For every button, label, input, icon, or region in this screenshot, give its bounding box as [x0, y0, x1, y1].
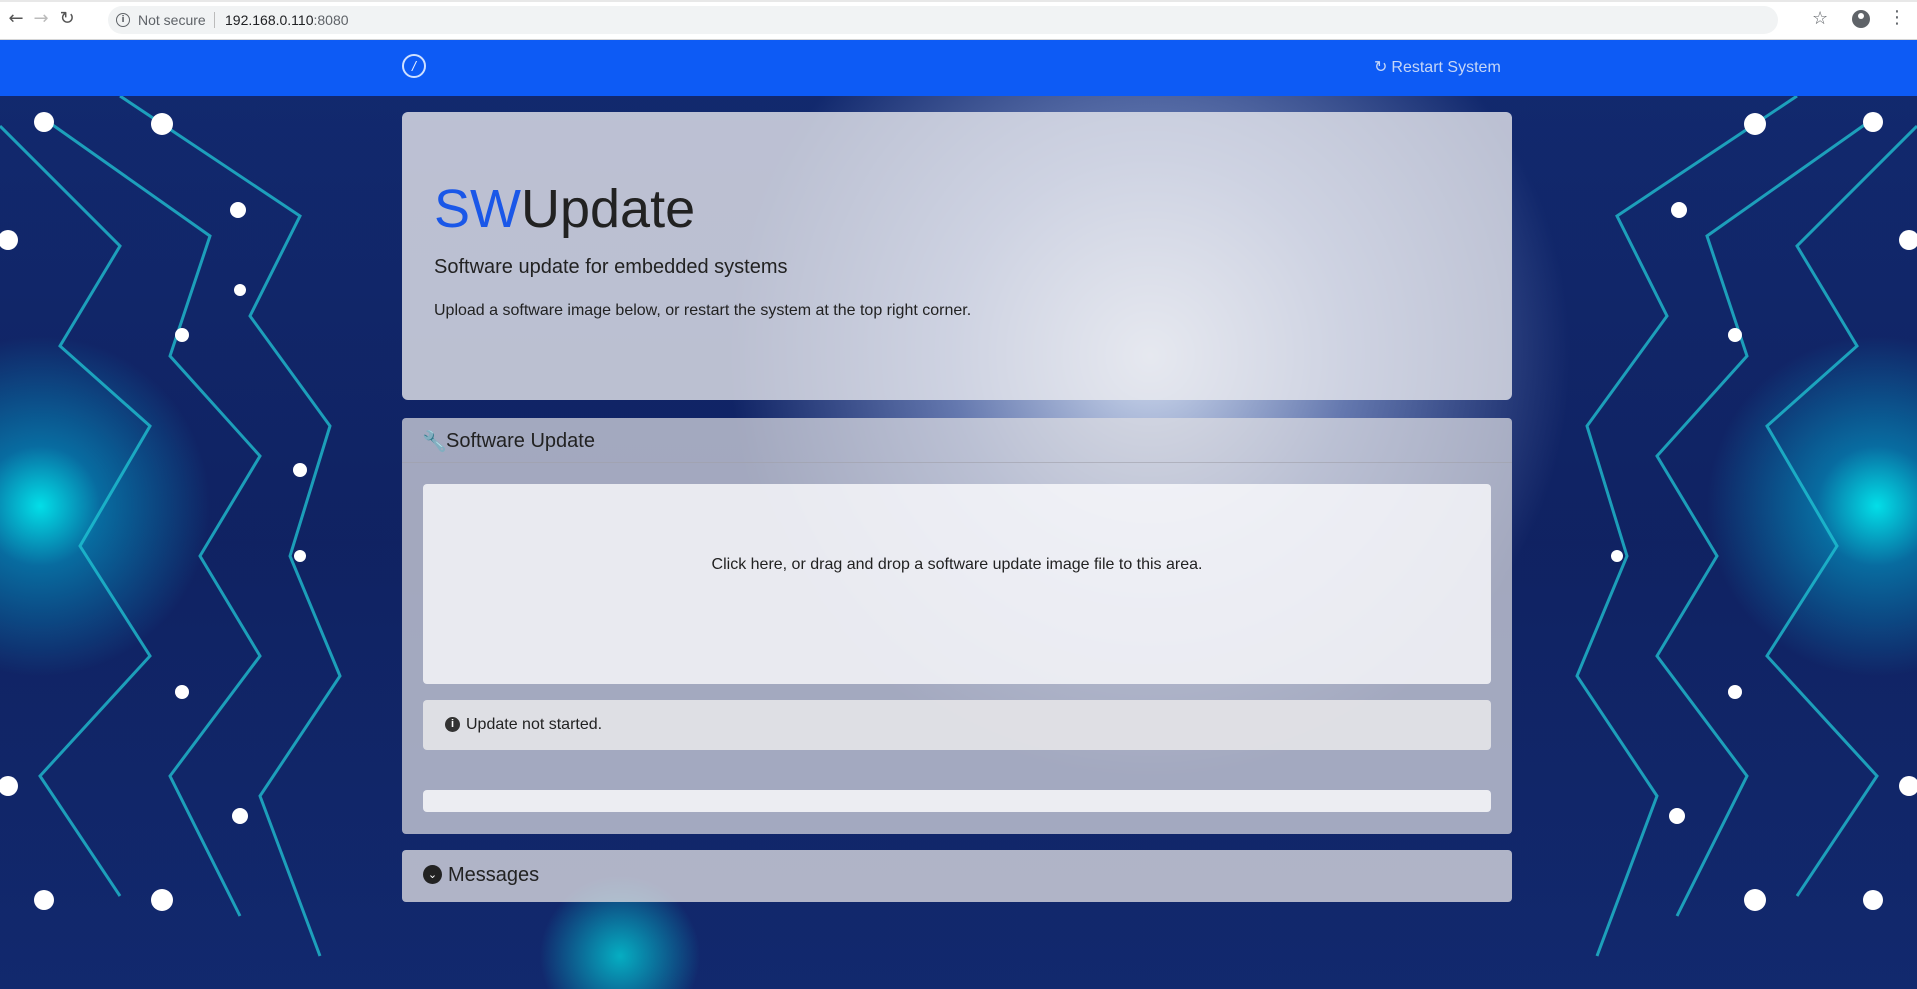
software-update-heading: 🔧 Software Update: [402, 418, 1512, 463]
app-navbar: / ↻ Restart System: [0, 40, 1917, 96]
chevron-down-circle-icon[interactable]: ⌄: [423, 865, 442, 884]
software-update-panel: 🔧 Software Update Click here, or drag an…: [402, 418, 1512, 834]
url-host: 192.168.0.110: [225, 12, 314, 28]
refresh-icon: ↻: [1374, 57, 1388, 76]
profile-avatar-icon[interactable]: [1852, 10, 1870, 28]
url-text[interactable]: 192.168.0.110:8080: [225, 12, 349, 28]
address-bar[interactable]: i Not secure 192.168.0.110:8080: [108, 6, 1778, 34]
brand-logo-icon[interactable]: /: [402, 54, 426, 78]
back-arrow-icon[interactable]: ←: [5, 8, 27, 30]
restart-label: Restart System: [1391, 59, 1501, 76]
title-prefix: SW: [434, 179, 521, 239]
tab-strip-edge: [0, 0, 1917, 2]
messages-title: Messages: [448, 864, 540, 886]
browser-chrome: ← → ↻ i Not secure 192.168.0.110:8080 ☆ …: [0, 0, 1917, 40]
page-lead-text: Upload a software image below, or restar…: [434, 302, 972, 319]
kebab-menu-icon[interactable]: ⋮: [1888, 7, 1906, 28]
restart-system-link[interactable]: ↻ Restart System: [1374, 57, 1501, 77]
bookmark-star-icon[interactable]: ☆: [1812, 8, 1828, 29]
messages-panel-header[interactable]: ⌄ Messages: [402, 850, 1512, 902]
wrench-icon: 🔧: [422, 429, 447, 453]
address-divider: [214, 12, 215, 28]
title-suffix: Update: [521, 179, 696, 239]
info-icon: i: [445, 717, 460, 732]
update-progress-bar: [423, 790, 1491, 812]
software-update-title: Software Update: [446, 430, 595, 452]
hero-panel: SWUpdate Software update for embedded sy…: [402, 112, 1512, 400]
update-status-text: Update not started.: [466, 716, 603, 733]
file-dropzone[interactable]: Click here, or drag and drop a software …: [423, 484, 1491, 684]
page-title: SWUpdate: [434, 178, 695, 240]
site-info-icon[interactable]: i: [116, 13, 130, 27]
url-port: :8080: [313, 12, 349, 28]
security-label: Not secure: [138, 12, 206, 28]
forward-arrow-icon[interactable]: →: [30, 8, 52, 30]
update-status-box: i Update not started.: [423, 700, 1491, 750]
dropzone-message: Click here, or drag and drop a software …: [711, 556, 1203, 573]
reload-icon[interactable]: ↻: [56, 8, 78, 30]
page-subtitle: Software update for embedded systems: [434, 256, 788, 278]
